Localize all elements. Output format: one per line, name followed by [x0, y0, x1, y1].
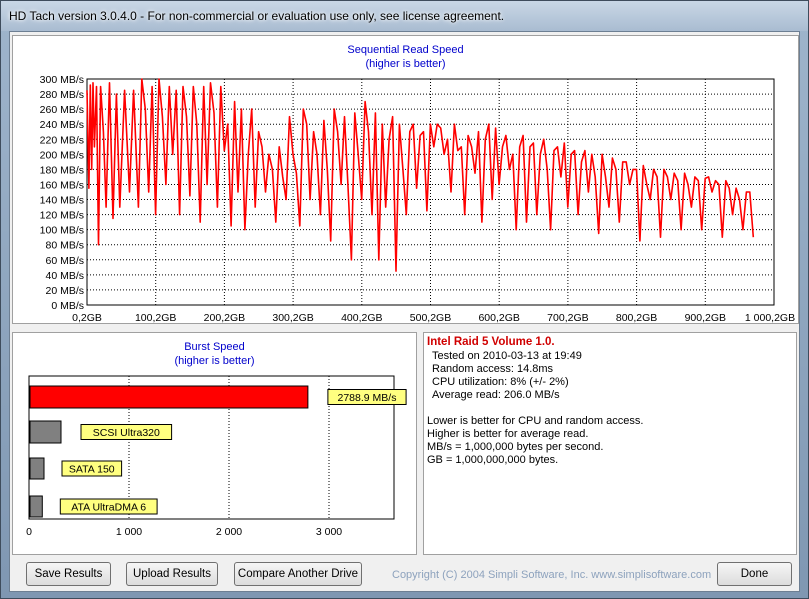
y-tick-label: 260 MB/s [40, 104, 84, 116]
x-tick-label: 800,2GB [616, 312, 657, 323]
x-tick-label: 1 000,2GB [745, 312, 795, 323]
burst-bar-label: 2788.9 MB/s [338, 392, 397, 404]
y-tick-label: 280 MB/s [40, 89, 84, 101]
y-tick-label: 20 MB/s [45, 285, 84, 297]
burst-x-tick-label: 1 000 [116, 526, 142, 538]
x-tick-label: 600,2GB [478, 312, 519, 323]
x-tick-label: 900,2GB [685, 312, 726, 323]
sequential-read-panel: Sequential Read Speed (higher is better)… [12, 35, 799, 324]
cpu-utilization: CPU utilization: 8% (+/- 2%) [432, 376, 569, 388]
burst-bar-label: SATA 150 [69, 464, 115, 476]
average-read: Average read: 206.0 MB/s [432, 389, 560, 401]
y-tick-label: 100 MB/s [40, 225, 84, 237]
results-info-panel: Intel Raid 5 Volume 1.0. Tested on 2010-… [423, 332, 797, 555]
random-access: Random access: 14.8ms [432, 363, 554, 375]
note-higher-better: Higher is better for average read. [427, 428, 589, 440]
burst-bar-label: SCSI Ultra320 [93, 427, 160, 439]
note-gb-definition: GB = 1,000,000,000 bytes. [427, 454, 559, 466]
y-tick-label: 0 MB/s [51, 300, 84, 312]
burst-speed-panel: Burst Speed (higher is better) 01 000 2 0… [12, 332, 417, 555]
burst-x-tick-label: 3 000 [316, 526, 342, 538]
upload-results-button[interactable]: Upload Results [126, 562, 218, 586]
y-tick-label: 160 MB/s [40, 179, 84, 191]
app-window: HD Tach version 3.0.4.0 - For non-commer… [0, 0, 809, 599]
y-tick-label: 80 MB/s [45, 240, 84, 252]
y-tick-label: 120 MB/s [40, 210, 84, 222]
tested-on: Tested on 2010-03-13 at 19:49 [432, 350, 582, 362]
y-tick-label: 240 MB/s [40, 119, 84, 131]
x-tick-label: 100,2GB [135, 312, 176, 323]
x-tick-label: 0,2GB [72, 312, 102, 323]
y-tick-label: 300 MB/s [40, 74, 84, 86]
note-lower-better: Lower is better for CPU and random acces… [427, 415, 644, 427]
y-tick-label: 220 MB/s [40, 134, 84, 146]
y-tick-label: 60 MB/s [45, 255, 84, 267]
x-tick-label: 500,2GB [410, 312, 451, 323]
x-tick-label: 700,2GB [547, 312, 588, 323]
y-tick-label: 180 MB/s [40, 164, 84, 176]
title-bar[interactable]: HD Tach version 3.0.4.0 - For non-commer… [1, 1, 808, 31]
burst-bar [29, 495, 43, 518]
save-results-button[interactable]: Save Results [26, 562, 111, 586]
copyright-text[interactable]: Copyright (C) 2004 Simpli Software, Inc.… [392, 569, 711, 581]
sequential-read-chart: 0 MB/s 20 MB/s 40 MB/s 60 MB/s 80 MB/s 100 MB… [40, 74, 795, 323]
y-tick-label: 200 MB/s [40, 149, 84, 161]
y-tick-label: 140 MB/s [40, 195, 84, 207]
x-tick-label: 300,2GB [272, 312, 313, 323]
burst-bar-label: ATA UltraDMA 6 [71, 502, 146, 514]
client-area: Sequential Read Speed (higher is better)… [9, 31, 800, 592]
window-title: HD Tach version 3.0.4.0 - For non-commer… [9, 9, 505, 23]
burst-bar [29, 457, 45, 480]
drive-name: Intel Raid 5 Volume 1.0. [427, 336, 555, 348]
done-button[interactable]: Done [717, 562, 792, 586]
burst-bar [29, 385, 309, 409]
compare-another-drive-button[interactable]: Compare Another Drive [234, 562, 362, 586]
y-tick-label: 40 MB/s [45, 270, 84, 282]
burst-x-tick-label: 2 000 [216, 526, 242, 538]
burst-speed-chart: 0 1 000 2 000 3 000 2788.9 MB/s SCSI Ultra320… [26, 375, 407, 538]
x-tick-label: 200,2GB [204, 312, 245, 323]
note-mbps-definition: MB/s = 1,000,000 bytes per second. [427, 441, 604, 453]
x-tick-label: 400,2GB [341, 312, 382, 323]
burst-bar [29, 420, 62, 444]
burst-x-tick-label: 0 [26, 526, 32, 538]
